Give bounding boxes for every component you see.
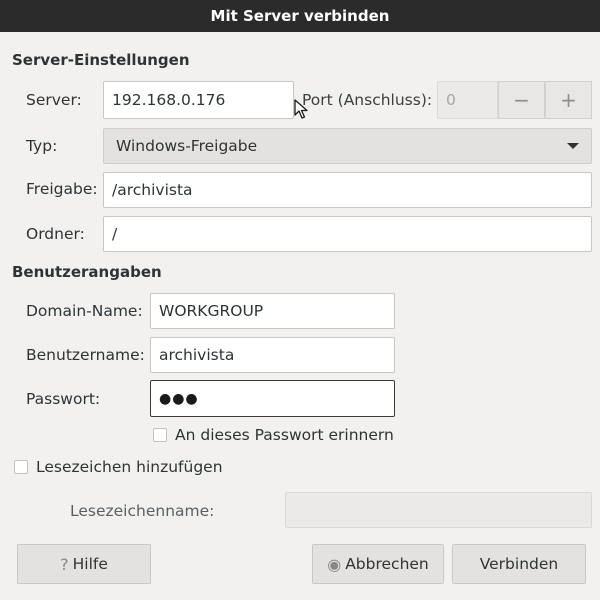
password-input[interactable]: ●●● [150, 380, 395, 417]
password-input-value: ●●● [159, 390, 199, 407]
cancel-icon: ◉ [327, 554, 342, 574]
question-icon: ? [60, 554, 69, 574]
chevron-down-icon [567, 143, 579, 149]
mouse-cursor-icon [294, 99, 308, 119]
share-label: Freigabe: [26, 180, 98, 198]
help-button[interactable]: ? Hilfe [17, 544, 151, 584]
server-label: Server: [26, 91, 82, 109]
folder-input[interactable]: / [103, 216, 592, 252]
window-title: Mit Server verbinden [210, 7, 390, 25]
server-input-value: 192.168.0.176 [112, 91, 226, 109]
folder-label: Ordner: [26, 225, 85, 243]
username-label: Benutzername: [26, 346, 145, 364]
window-titlebar[interactable]: Mit Server verbinden [0, 0, 600, 32]
server-settings-heading: Server-Einstellungen [12, 51, 190, 69]
password-label: Passwort: [26, 390, 101, 408]
remember-password-checkbox[interactable] [153, 428, 167, 442]
port-input-value: 0 [446, 91, 456, 109]
help-button-label: Hilfe [72, 555, 108, 573]
domain-input[interactable]: WORKGROUP [150, 293, 395, 329]
domain-label: Domain-Name: [26, 302, 143, 320]
share-input[interactable]: /archivista [103, 172, 592, 208]
add-bookmark-label[interactable]: Lesezeichen hinzufügen [36, 458, 223, 476]
add-bookmark-checkbox[interactable] [14, 460, 28, 474]
username-input[interactable]: archivista [150, 337, 395, 373]
server-input[interactable]: 192.168.0.176 [103, 81, 294, 119]
port-decrement-button[interactable]: − [498, 81, 545, 119]
folder-input-value: / [112, 225, 118, 243]
share-input-value: /archivista [112, 181, 193, 199]
user-info-heading: Benutzerangaben [12, 263, 162, 281]
cancel-button[interactable]: ◉ Abbrechen [312, 544, 444, 584]
connect-button-label: Verbinden [479, 555, 559, 573]
connect-button[interactable]: Verbinden [452, 544, 586, 584]
type-label: Typ: [26, 137, 58, 155]
username-input-value: archivista [159, 346, 235, 364]
remember-password-label[interactable]: An dieses Passwort erinnern [175, 426, 394, 444]
domain-input-value: WORKGROUP [159, 302, 264, 320]
cancel-button-label: Abbrechen [345, 555, 429, 573]
bookmark-name-input[interactable] [285, 492, 592, 528]
type-dropdown-value: Windows-Freigabe [116, 137, 258, 155]
minus-icon: − [513, 88, 530, 112]
type-dropdown[interactable]: Windows-Freigabe [103, 128, 592, 164]
bookmark-name-label: Lesezeichenname: [70, 502, 215, 520]
plus-icon: + [560, 88, 577, 112]
port-increment-button[interactable]: + [545, 81, 592, 119]
port-input[interactable]: 0 [437, 81, 498, 119]
port-label: Port (Anschluss): [302, 91, 433, 109]
